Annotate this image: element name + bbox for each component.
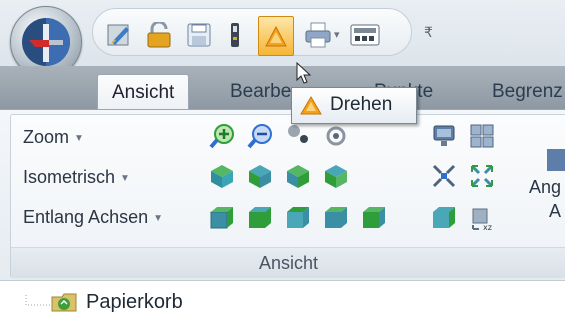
display-settings-icon[interactable] (350, 22, 380, 53)
ribbon-panel: Zoom ▼ Isometrisch ▼ Entlang Achsen ▼ xz… (0, 109, 565, 281)
print-dropdown-arrow-icon[interactable]: ▾ (334, 28, 340, 41)
along-axes-dropdown[interactable]: Entlang Achsen ▼ (23, 207, 163, 228)
tooltip: Drehen (291, 87, 417, 124)
chevron-down-icon: ▼ (120, 172, 130, 184)
mouse-cursor-icon (296, 62, 312, 84)
zoom-out-icon[interactable] (247, 123, 273, 149)
axis-view-left-icon[interactable] (361, 205, 387, 231)
angle-view-label-line2: A (549, 201, 562, 221)
angle-view-label-line1: Ang (529, 177, 562, 197)
iso-view-1-icon[interactable] (209, 163, 235, 189)
customize-qat-icon[interactable]: ₹ (424, 24, 433, 41)
ribbon-tab-strip: Ansicht Bearbe Punkte Begrenz (0, 66, 565, 111)
tab-ansicht[interactable]: Ansicht (97, 74, 190, 111)
iso-view-3-icon[interactable] (285, 163, 311, 189)
expand-view-icon[interactable] (469, 163, 495, 189)
tree-item-papierkorb[interactable]: Papierkorb (86, 291, 183, 314)
lock-open-icon[interactable] (145, 20, 173, 53)
print-icon[interactable] (304, 21, 332, 54)
group-label: Ansicht (11, 247, 565, 278)
chevron-down-icon: ▼ (153, 212, 164, 224)
edit-pencil-icon[interactable] (106, 22, 132, 53)
svg-text:xz: xz (483, 223, 492, 231)
rotate-icon (265, 25, 287, 47)
axis-view-top-icon[interactable] (285, 205, 311, 231)
axis-view-right-icon[interactable] (247, 205, 273, 231)
iso-view-4-icon[interactable] (323, 163, 349, 189)
angle-view-button[interactable]: Ang A (523, 145, 565, 241)
rotate-icon (300, 96, 322, 115)
monitor-view-icon[interactable] (431, 123, 457, 149)
zoom-in-icon[interactable] (209, 123, 235, 149)
rotate-button[interactable] (258, 16, 294, 56)
angle-view-icon (547, 149, 565, 171)
pan-icon[interactable] (285, 123, 311, 149)
custom-axis-view-icon[interactable]: xz (469, 205, 495, 232)
chevron-down-icon: ▼ (74, 132, 84, 144)
fit-extents-icon[interactable] (431, 163, 457, 189)
orbit-icon[interactable] (323, 123, 349, 149)
tooltip-label: Drehen (330, 94, 393, 115)
save-icon[interactable] (187, 23, 211, 52)
ribbon-group-ansicht: Zoom ▼ Isometrisch ▼ Entlang Achsen ▼ xz… (10, 114, 565, 278)
recycle-bin-icon (50, 291, 78, 313)
axis-view-front-icon[interactable] (209, 205, 235, 231)
zoom-dropdown[interactable]: Zoom ▼ (23, 127, 84, 148)
project-tree: Papierkorb (0, 280, 565, 323)
split-view-icon[interactable] (469, 123, 495, 149)
isometric-dropdown[interactable]: Isometrisch ▼ (23, 167, 130, 188)
axis-view-back-icon[interactable] (323, 205, 349, 231)
properties-icon[interactable] (228, 22, 242, 53)
axis-view-bottom-icon[interactable] (431, 205, 457, 231)
tab-begrenzung[interactable]: Begrenz (478, 74, 565, 110)
iso-view-2-icon[interactable] (247, 163, 273, 189)
